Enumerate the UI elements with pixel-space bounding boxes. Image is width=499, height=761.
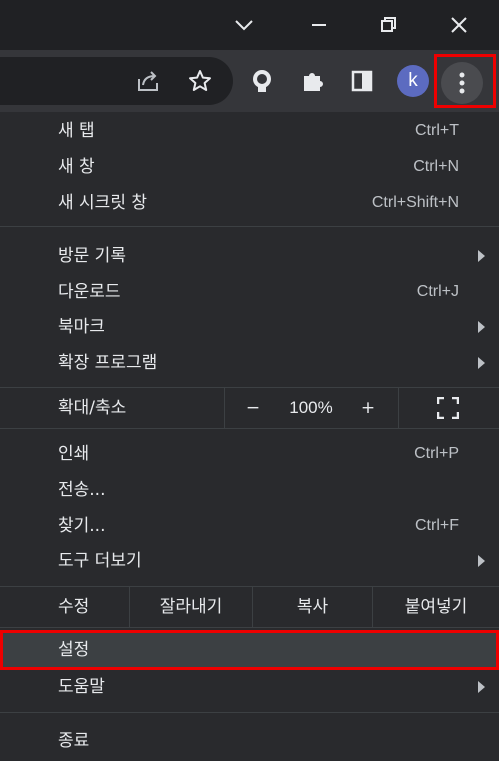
- shortcut: Ctrl+Shift+N: [371, 194, 459, 211]
- close-button[interactable]: [424, 0, 494, 50]
- submenu-arrow-icon: [478, 681, 485, 693]
- zoom-level: 100%: [289, 398, 333, 417]
- menu-item-find[interactable]: 찾기... Ctrl+F: [0, 508, 499, 544]
- share-icon: [138, 71, 158, 91]
- divider: [0, 226, 499, 227]
- menu-item-more-tools[interactable]: 도구 더보기: [0, 543, 499, 579]
- submenu-arrow-icon: [478, 555, 485, 567]
- menu-item-downloads[interactable]: 다운로드 Ctrl+J: [0, 274, 499, 310]
- divider: [0, 428, 499, 429]
- menu-item-new-tab[interactable]: 새 탭 Ctrl+T: [0, 113, 499, 149]
- menu-item-label: 확장 프로그램: [58, 353, 158, 373]
- puzzle-icon: [304, 73, 323, 91]
- menu-item-label: 새 시크릿 창: [58, 193, 148, 213]
- shortcut: Ctrl+P: [414, 445, 459, 462]
- zoom-in-button[interactable]: +: [348, 388, 388, 428]
- side-panel-icon: [351, 70, 373, 92]
- submenu-arrow-icon: [478, 250, 485, 262]
- menu-button-highlight: [434, 54, 496, 108]
- profile-avatar[interactable]: k: [397, 65, 429, 97]
- shortcut: Ctrl+N: [413, 158, 459, 175]
- shortcut: Ctrl+F: [415, 517, 459, 534]
- paste-button[interactable]: 붙여넣기: [373, 587, 499, 627]
- zoom-out-button[interactable]: −: [232, 388, 274, 428]
- side-panel-button[interactable]: [342, 61, 382, 101]
- fullscreen-icon: [436, 396, 460, 420]
- divider: [398, 388, 399, 428]
- menu-item-label: 종료: [58, 731, 90, 751]
- menu-item-label: 전송...: [58, 480, 106, 500]
- tab-search-button[interactable]: [209, 0, 279, 50]
- shortcut: Ctrl+T: [415, 122, 459, 139]
- edit-label: 수정: [58, 597, 90, 617]
- menu-item-bookmarks[interactable]: 북마크: [0, 309, 499, 345]
- menu-item-label: 찾기...: [58, 516, 106, 536]
- menu-item-label: 방문 기록: [58, 246, 126, 266]
- menu-item-label: 도구 더보기: [58, 551, 142, 571]
- menu-item-extensions[interactable]: 확장 프로그램: [0, 345, 499, 381]
- minimize-icon: [312, 24, 326, 26]
- star-icon: [189, 70, 211, 91]
- restore-button[interactable]: [354, 0, 424, 50]
- divider: [0, 712, 499, 713]
- copy-button[interactable]: 복사: [253, 587, 372, 627]
- share-button[interactable]: [128, 61, 168, 101]
- menu-item-label: 새 창: [58, 157, 95, 177]
- zoom-row: 확대/축소 − 100% +: [0, 388, 499, 428]
- extensions-button[interactable]: [292, 61, 332, 101]
- edit-row: 수정 잘라내기 복사 붙여넣기: [0, 587, 499, 627]
- close-icon: [451, 17, 467, 33]
- zoom-label: 확대/축소: [58, 398, 127, 418]
- restore-icon: [381, 17, 396, 32]
- menu-item-exit[interactable]: 종료: [0, 723, 499, 759]
- submenu-arrow-icon: [478, 321, 485, 333]
- avatar-initial: k: [408, 70, 418, 91]
- menu-item-cast[interactable]: 전송...: [0, 472, 499, 508]
- divider: [224, 388, 225, 428]
- cut-button[interactable]: 잘라내기: [130, 587, 252, 627]
- extension-button-1[interactable]: [242, 61, 282, 101]
- settings-highlight: [0, 630, 499, 670]
- menu-item-label: 도움말: [58, 677, 105, 697]
- chevron-down-icon: [235, 20, 253, 31]
- title-bar: [0, 0, 499, 50]
- divider: [0, 627, 499, 628]
- menu-item-new-window[interactable]: 새 창 Ctrl+N: [0, 149, 499, 185]
- menu-item-label: 다운로드: [58, 282, 121, 302]
- menu-item-label: 북마크: [58, 317, 105, 337]
- menu-item-label: 새 탭: [58, 121, 95, 141]
- menu-item-history[interactable]: 방문 기록: [0, 238, 499, 274]
- minimize-button[interactable]: [284, 0, 354, 50]
- menu-item-label: 인쇄: [58, 444, 90, 464]
- submenu-arrow-icon: [478, 357, 485, 369]
- shortcut: Ctrl+J: [416, 283, 459, 300]
- bookmark-star-button[interactable]: [180, 61, 220, 101]
- menu-item-help[interactable]: 도움말: [0, 669, 499, 705]
- menu-item-print[interactable]: 인쇄 Ctrl+P: [0, 436, 499, 472]
- menu-item-new-incognito[interactable]: 새 시크릿 창 Ctrl+Shift+N: [0, 185, 499, 221]
- fullscreen-button[interactable]: [436, 396, 460, 420]
- lightbulb-icon: [253, 70, 271, 92]
